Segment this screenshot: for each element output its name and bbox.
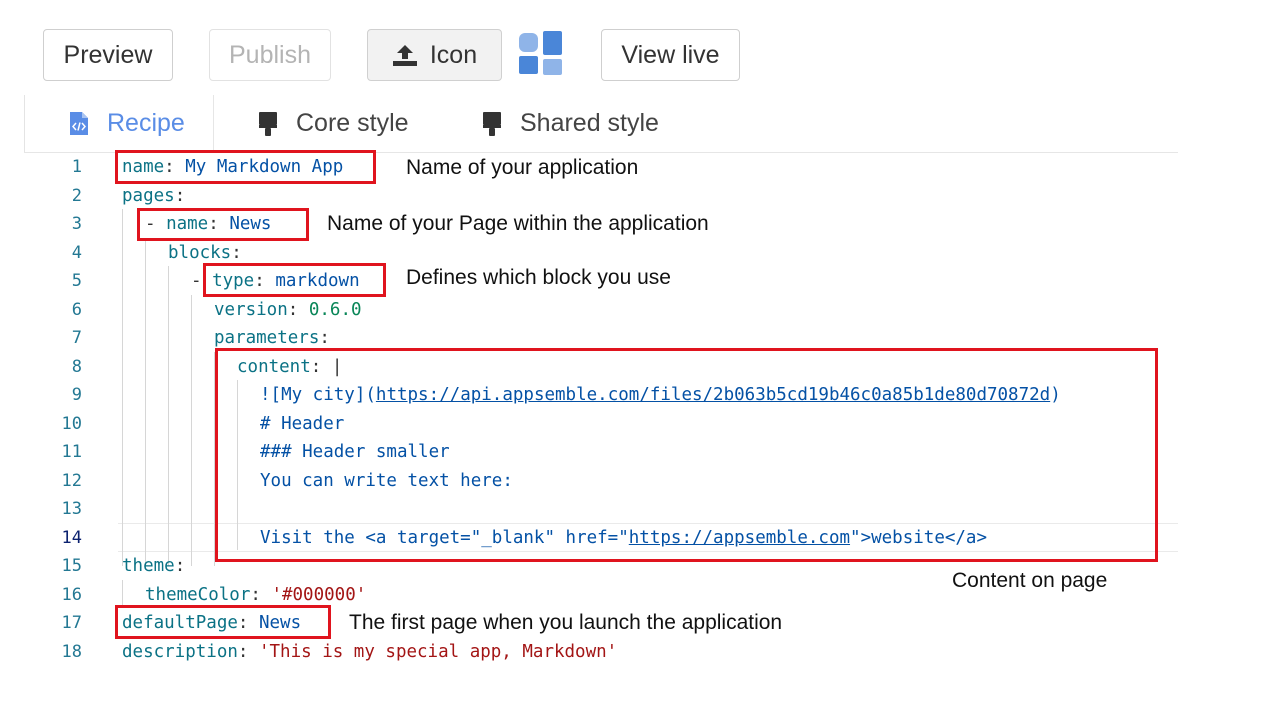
- icon-button-label: Icon: [429, 40, 478, 69]
- tab-divider: [213, 95, 214, 152]
- editor-toolbar: Preview Publish Icon View live: [0, 0, 1276, 95]
- highlight-box-content: [215, 348, 1158, 562]
- line-number: 17: [61, 613, 82, 633]
- tab-shared-style-label: Shared style: [520, 109, 659, 137]
- code-line: 4 blocks:: [0, 239, 1276, 268]
- publish-button[interactable]: Publish: [209, 29, 331, 81]
- line-number: 7: [71, 328, 82, 348]
- line-number: 3: [71, 214, 82, 234]
- line-number: 11: [61, 442, 82, 462]
- code-text: version: 0.6.0: [214, 299, 362, 320]
- line-number: 10: [61, 413, 82, 434]
- icon-button[interactable]: Icon: [367, 29, 502, 81]
- annotation-default-page: The first page when you launch the appli…: [349, 611, 783, 634]
- tab-shared-style[interactable]: Shared style: [482, 95, 659, 152]
- paint-brush-icon: [259, 111, 277, 136]
- app-logo-icon: [519, 31, 562, 75]
- tabs-border: [24, 95, 25, 152]
- code-line: 6 version: 0.6.0: [0, 296, 1276, 325]
- code-line: 18 description: 'This is my special app,…: [0, 638, 1276, 667]
- line-number: 18: [61, 641, 82, 662]
- annotation-block-type: Defines which block you use: [406, 266, 671, 289]
- line-number: 1: [71, 157, 82, 177]
- tab-core-style[interactable]: Core style: [258, 95, 409, 152]
- tab-core-style-label: Core style: [296, 109, 409, 137]
- paint-brush-icon: [483, 111, 501, 136]
- highlight-box-page-name: [137, 208, 309, 241]
- file-code-icon: [70, 112, 88, 135]
- annotation-app-name: Name of your application: [406, 156, 639, 179]
- upload-icon: [392, 45, 417, 66]
- line-number: 2: [71, 185, 82, 206]
- line-number: 12: [61, 470, 82, 491]
- code-text: description: 'This is my special app, Ma…: [122, 641, 618, 662]
- line-number: 16: [61, 584, 82, 605]
- line-number: 14: [61, 527, 82, 548]
- editor-tabs: Recipe Core style Shared style: [24, 95, 1178, 153]
- preview-button[interactable]: Preview: [43, 29, 173, 81]
- tab-recipe-label: Recipe: [107, 109, 185, 137]
- highlight-box-block-type: [203, 263, 386, 297]
- view-live-button[interactable]: View live: [601, 29, 740, 81]
- line-number: 15: [61, 556, 82, 576]
- line-number: 6: [71, 299, 82, 320]
- code-text: pages:: [122, 185, 186, 206]
- highlight-box-app-name: [115, 150, 376, 184]
- highlight-box-default-page: [115, 605, 331, 639]
- line-number: 13: [61, 499, 82, 519]
- code-text: theme:: [122, 556, 186, 576]
- tab-recipe[interactable]: Recipe: [69, 95, 185, 152]
- line-number: 9: [71, 385, 82, 405]
- line-number: 4: [71, 242, 82, 263]
- annotation-content: Content on page: [952, 569, 1108, 592]
- line-number: 8: [71, 356, 82, 377]
- code-line: 2 pages:: [0, 182, 1276, 211]
- annotation-page-name: Name of your Page within the application: [327, 212, 709, 235]
- line-number: 5: [71, 271, 82, 291]
